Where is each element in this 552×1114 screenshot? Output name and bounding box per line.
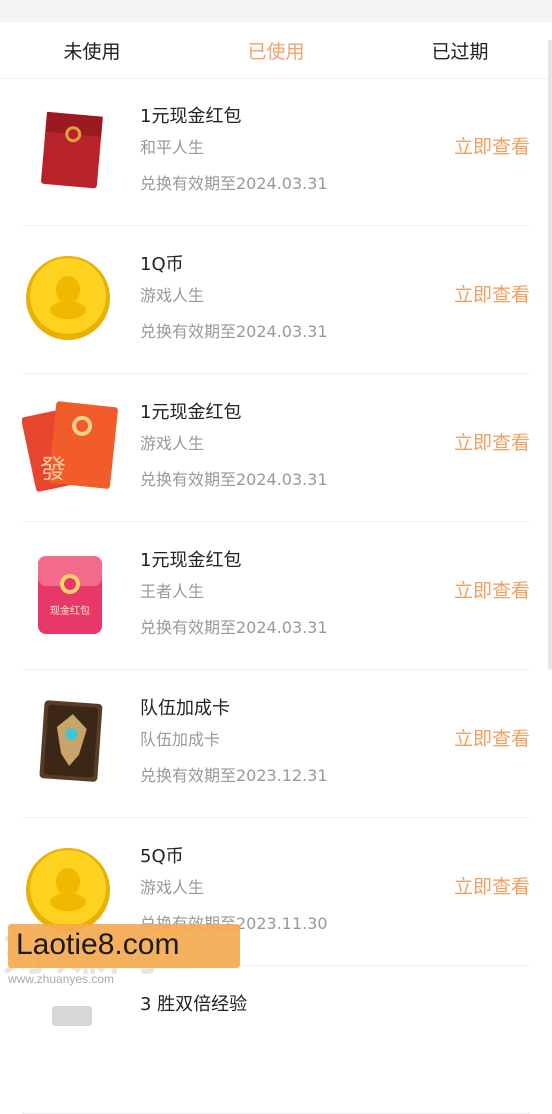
list-item: 1Q币 游戏人生 兑换有效期至2024.03.31 立即查看 xyxy=(22,226,530,374)
item-source: 游戏人生 xyxy=(140,286,205,305)
item-source: 王者人生 xyxy=(140,582,205,601)
view-button[interactable]: 立即查看 xyxy=(454,576,530,603)
item-expiry: 兑换有效期至2024.03.31 xyxy=(140,470,328,489)
tab-bar: 未使用 已使用 已过期 xyxy=(0,22,552,79)
fa-glyph: 發 xyxy=(40,455,66,485)
tab-unused[interactable]: 未使用 xyxy=(0,37,184,64)
item-expiry: 兑换有效期至2024.03.31 xyxy=(140,322,328,341)
fa-red-envelope-icon: 發 xyxy=(22,401,118,492)
scrollbar[interactable] xyxy=(548,40,552,670)
tab-expired[interactable]: 已过期 xyxy=(368,37,552,64)
list-item: 现金红包 1元现金红包 王者人生 兑换有效期至2024.03.31 立即查看 xyxy=(22,522,530,670)
item-source: 和平人生 xyxy=(140,138,205,157)
gold-coin-icon xyxy=(26,256,110,340)
view-button[interactable]: 立即查看 xyxy=(454,724,530,751)
item-source: 游戏人生 xyxy=(140,878,205,897)
list-item: 3 胜双倍经验 xyxy=(22,966,530,1114)
item-source: 游戏人生 xyxy=(140,434,205,453)
view-button[interactable]: 立即查看 xyxy=(454,872,530,899)
item-expiry: 兑换有效期至2024.03.31 xyxy=(140,618,328,637)
item-title: 1元现金红包 xyxy=(140,550,242,571)
item-title: 队伍加成卡 xyxy=(140,698,230,719)
watermark-main: Laotie8.com xyxy=(16,928,180,961)
view-button[interactable]: 立即查看 xyxy=(454,428,530,455)
view-button[interactable]: 立即查看 xyxy=(454,280,530,307)
team-bonus-card-icon xyxy=(39,700,103,782)
tab-used[interactable]: 已使用 xyxy=(184,37,368,64)
list-item: 發 1元现金红包 游戏人生 兑换有效期至2024.03.31 立即查看 xyxy=(22,374,530,522)
item-source: 队伍加成卡 xyxy=(140,730,221,749)
list-item: 队伍加成卡 队伍加成卡 兑换有效期至2023.12.31 立即查看 xyxy=(22,670,530,818)
item-expiry: 兑换有效期至2023.12.31 xyxy=(140,766,328,785)
item-title: 1元现金红包 xyxy=(140,106,242,127)
envelope-badge: 现金红包 xyxy=(50,606,90,617)
list-item: 1元现金红包 和平人生 兑换有效期至2024.03.31 立即查看 xyxy=(22,78,530,226)
item-title: 3 胜双倍经验 xyxy=(140,994,248,1015)
red-envelope-icon xyxy=(41,111,103,189)
top-strip xyxy=(0,0,552,22)
item-title: 1元现金红包 xyxy=(140,402,242,423)
view-button[interactable]: 立即查看 xyxy=(454,132,530,159)
item-title: 1Q币 xyxy=(140,254,184,275)
item-title: 5Q币 xyxy=(140,846,184,867)
pink-red-envelope-icon: 现金红包 xyxy=(22,544,118,640)
watermark: 好赚网 Laotie8.com www.zhuanyes.com xyxy=(0,912,250,986)
partial-item-icon xyxy=(52,1006,92,1026)
item-expiry: 兑换有效期至2024.03.31 xyxy=(140,174,328,193)
watermark-url: www.zhuanyes.com xyxy=(8,972,115,986)
